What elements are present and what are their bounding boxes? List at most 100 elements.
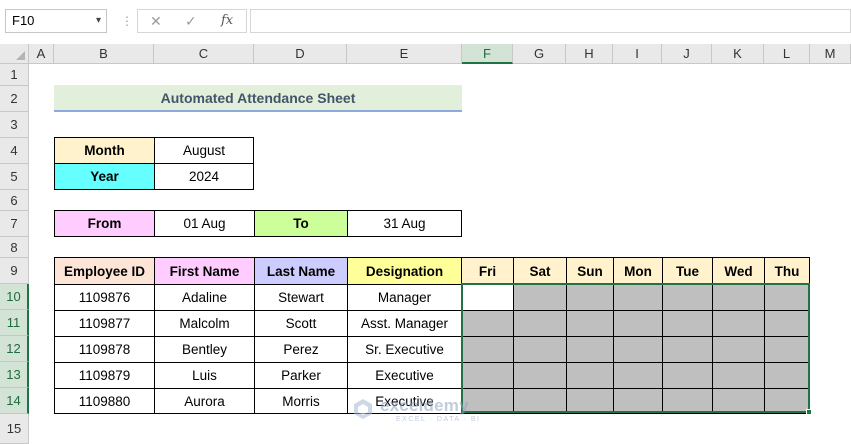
to-label[interactable]: To (254, 210, 348, 237)
day-header[interactable]: Fri (461, 257, 514, 285)
attendance-cell[interactable] (662, 336, 713, 363)
attendance-cell[interactable] (712, 388, 765, 414)
day-header[interactable]: Sun (566, 257, 614, 285)
column-header[interactable]: A (29, 44, 54, 64)
attendance-cell[interactable] (712, 310, 765, 337)
last-name-cell[interactable]: Parker (254, 362, 348, 389)
attendance-cell[interactable] (566, 310, 614, 337)
cancel-icon[interactable]: ✕ (150, 13, 162, 30)
employee-id-header[interactable]: Employee ID (54, 257, 155, 285)
row-header[interactable]: 12 (0, 336, 29, 362)
row-header[interactable]: 1 (0, 64, 29, 86)
designation-cell[interactable]: Executive (347, 362, 462, 389)
day-header[interactable]: Mon (613, 257, 663, 285)
row-header[interactable]: 3 (0, 112, 29, 138)
chevron-down-icon[interactable]: ▾ (96, 15, 101, 26)
column-header[interactable]: G (513, 44, 566, 64)
row-header[interactable]: 5 (0, 164, 29, 190)
column-header[interactable]: I (613, 44, 662, 64)
column-header[interactable]: M (810, 44, 851, 64)
attendance-cell[interactable] (613, 310, 663, 337)
last-name-cell[interactable]: Stewart (254, 284, 348, 311)
row-header[interactable]: 10 (0, 284, 29, 310)
row-header[interactable]: 4 (0, 138, 29, 164)
enter-icon[interactable]: ✓ (185, 13, 197, 30)
column-header[interactable]: B (54, 44, 154, 64)
formula-input[interactable] (250, 9, 851, 33)
sheet-title[interactable]: Automated Attendance Sheet (54, 85, 462, 112)
month-label[interactable]: Month (54, 137, 155, 164)
attendance-cell[interactable] (662, 310, 713, 337)
employee-id-cell[interactable]: 1109876 (54, 284, 155, 311)
employee-id-cell[interactable]: 1109879 (54, 362, 155, 389)
attendance-cell[interactable] (513, 284, 567, 311)
designation-cell[interactable]: Manager (347, 284, 462, 311)
attendance-cell[interactable] (764, 310, 810, 337)
attendance-cell[interactable] (613, 336, 663, 363)
attendance-cell[interactable] (613, 284, 663, 311)
column-header[interactable]: C (154, 44, 254, 64)
first-name-cell[interactable]: Aurora (154, 388, 255, 414)
attendance-cell[interactable] (513, 336, 567, 363)
attendance-cell-active[interactable] (461, 284, 514, 311)
designation-header[interactable]: Designation (347, 257, 462, 285)
last-name-cell[interactable]: Perez (254, 336, 348, 363)
attendance-cell[interactable] (764, 362, 810, 389)
row-header[interactable]: 13 (0, 362, 29, 388)
year-value[interactable]: 2024 (154, 163, 254, 190)
attendance-cell[interactable] (662, 362, 713, 389)
attendance-cell[interactable] (712, 336, 765, 363)
to-value[interactable]: 31 Aug (347, 210, 462, 237)
column-header[interactable]: D (254, 44, 347, 64)
designation-cell[interactable]: Sr. Executive (347, 336, 462, 363)
last-name-cell[interactable]: Morris (254, 388, 348, 414)
designation-cell[interactable]: Asst. Manager (347, 310, 462, 337)
fill-handle[interactable] (806, 409, 812, 415)
attendance-cell[interactable] (764, 336, 810, 363)
select-all-button[interactable] (0, 44, 29, 64)
last-name-cell[interactable]: Scott (254, 310, 348, 337)
attendance-cell[interactable] (513, 310, 567, 337)
attendance-cell[interactable] (513, 362, 567, 389)
column-header[interactable]: K (712, 44, 764, 64)
attendance-cell[interactable] (662, 388, 713, 414)
from-label[interactable]: From (54, 210, 155, 237)
attendance-cell[interactable] (461, 362, 514, 389)
year-label[interactable]: Year (54, 163, 155, 190)
attendance-cell[interactable] (712, 284, 765, 311)
attendance-cell[interactable] (764, 388, 810, 414)
column-header[interactable]: J (662, 44, 712, 64)
first-name-cell[interactable]: Luis (154, 362, 255, 389)
employee-id-cell[interactable]: 1109878 (54, 336, 155, 363)
day-header[interactable]: Wed (712, 257, 765, 285)
attendance-cell[interactable] (566, 388, 614, 414)
attendance-cell[interactable] (566, 284, 614, 311)
attendance-cell[interactable] (613, 388, 663, 414)
column-header[interactable]: L (764, 44, 810, 64)
day-header[interactable]: Thu (764, 257, 810, 285)
attendance-cell[interactable] (461, 310, 514, 337)
attendance-cell[interactable] (662, 284, 713, 311)
row-header[interactable]: 7 (0, 211, 29, 237)
from-value[interactable]: 01 Aug (154, 210, 255, 237)
row-header[interactable]: 14 (0, 388, 29, 414)
last-name-header[interactable]: Last Name (254, 257, 348, 285)
first-name-cell[interactable]: Malcolm (154, 310, 255, 337)
month-value[interactable]: August (154, 137, 254, 164)
attendance-cell[interactable] (764, 284, 810, 311)
row-header[interactable]: 2 (0, 86, 29, 112)
column-header[interactable]: F (462, 44, 513, 64)
day-header[interactable]: Sat (513, 257, 567, 285)
attendance-cell[interactable] (712, 362, 765, 389)
attendance-cell[interactable] (613, 362, 663, 389)
row-header[interactable]: 6 (0, 190, 29, 211)
column-header[interactable]: H (566, 44, 613, 64)
row-header[interactable]: 11 (0, 310, 29, 336)
day-header[interactable]: Tue (662, 257, 713, 285)
first-name-cell[interactable]: Bentley (154, 336, 255, 363)
employee-id-cell[interactable]: 1109880 (54, 388, 155, 414)
attendance-cell[interactable] (566, 362, 614, 389)
attendance-cell[interactable] (566, 336, 614, 363)
first-name-header[interactable]: First Name (154, 257, 255, 285)
insert-function-icon[interactable]: fx (221, 13, 233, 28)
